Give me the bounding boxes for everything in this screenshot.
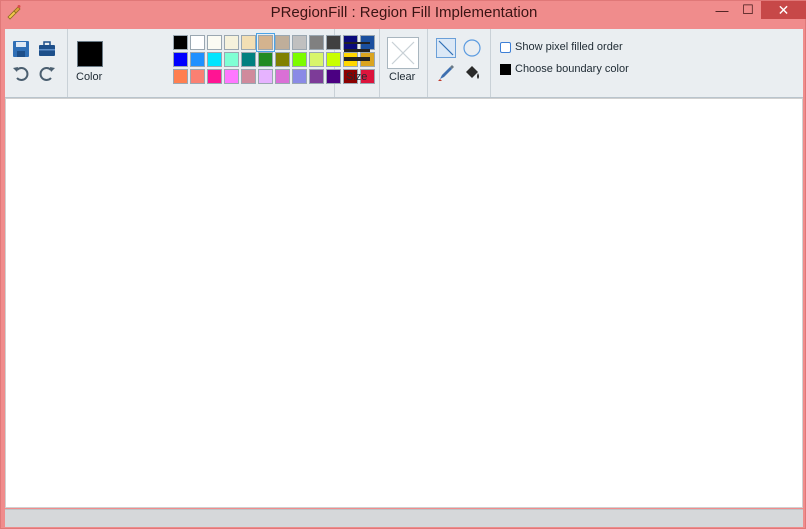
palette-swatch[interactable] [224,52,239,67]
options-group: Show pixel filled order Choose boundary … [490,29,803,97]
line-tool-icon[interactable] [436,38,456,58]
ellipse-tool-icon[interactable] [462,38,482,58]
palette-swatch[interactable] [224,35,239,50]
app-window: PRegionFill : Region Fill Implementation… [0,0,806,529]
palette-swatch[interactable] [190,69,205,84]
maximize-button[interactable]: ☐ [735,1,761,19]
color-group: Color [67,29,375,97]
close-button[interactable]: ✕ [761,1,806,19]
title-bar: PRegionFill : Region Fill Implementation… [1,1,806,25]
size-label: Size [346,71,368,83]
palette-swatch[interactable] [207,69,222,84]
show-pixel-order-label: Show pixel filled order [515,41,623,53]
boundary-color-label: Choose boundary color [515,63,629,75]
open-icon[interactable] [37,39,57,59]
palette-swatch[interactable] [173,52,188,67]
show-pixel-order-checkbox[interactable] [500,41,511,53]
clear-icon[interactable] [387,37,419,69]
palette-swatch[interactable] [275,69,290,84]
palette-swatch[interactable] [275,52,290,67]
fill-bucket-icon[interactable] [462,63,482,83]
palette-swatch[interactable] [256,33,275,52]
save-icon[interactable] [11,39,31,59]
palette-swatch[interactable] [241,52,256,67]
line-size-icon[interactable] [344,42,370,66]
clear-label: Clear [389,71,416,83]
palette-swatch[interactable] [292,52,307,67]
palette-swatch[interactable] [309,35,324,50]
ribbon-toolbar: Color Size Clear Show pixel filled order… [5,29,803,98]
palette-swatch[interactable] [292,35,307,50]
palette-swatch[interactable] [190,52,205,67]
current-color-swatch[interactable] [77,41,103,67]
show-pixel-order-option[interactable]: Show pixel filled order [500,41,623,53]
palette-swatch[interactable] [241,35,256,50]
color-label: Color [76,71,103,83]
palette-swatch[interactable] [173,69,188,84]
quick-access-group [5,29,68,97]
palette-swatch[interactable] [258,69,273,84]
palette-swatch[interactable] [292,69,307,84]
clear-group[interactable]: Clear [379,29,428,97]
drawing-canvas[interactable] [5,98,803,508]
palette-swatch[interactable] [190,35,205,50]
boundary-color-swatch[interactable] [500,63,511,75]
palette-swatch[interactable] [309,52,324,67]
palette-swatch[interactable] [207,35,222,50]
palette-swatch[interactable] [258,52,273,67]
tools-group [427,29,491,97]
redo-icon[interactable] [37,63,57,83]
palette-swatch[interactable] [207,52,222,67]
palette-swatch[interactable] [309,69,324,84]
pencil-tool-icon[interactable] [436,63,456,83]
palette-swatch[interactable] [275,35,290,50]
window-title: PRegionFill : Region Fill Implementation [270,4,538,21]
palette-swatch[interactable] [241,69,256,84]
minimize-button[interactable]: — [709,1,735,19]
undo-icon[interactable] [11,63,31,83]
palette-swatch[interactable] [173,35,188,50]
palette-swatch[interactable] [224,69,239,84]
boundary-color-option[interactable]: Choose boundary color [500,63,629,75]
status-bar [5,509,803,527]
size-group[interactable]: Size [334,29,380,97]
